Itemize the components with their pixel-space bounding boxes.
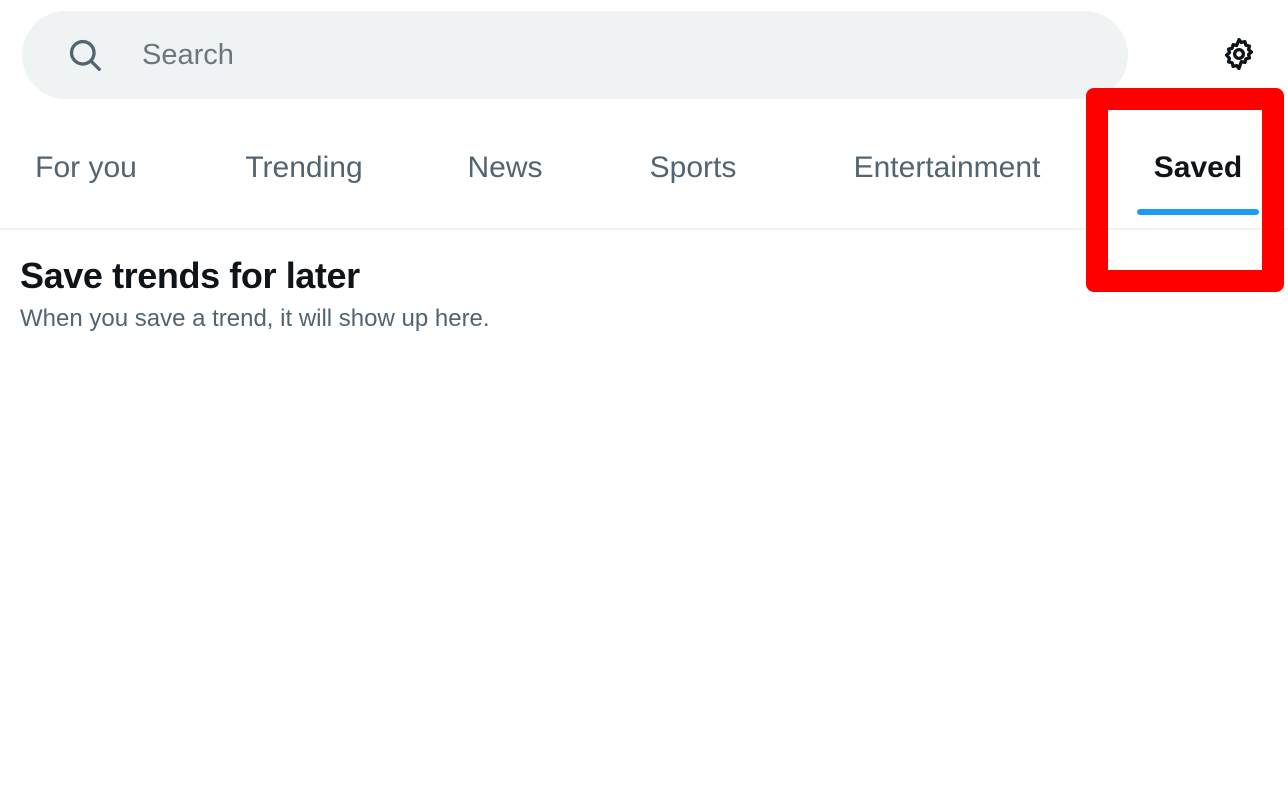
tab-saved-label: Saved	[1153, 151, 1243, 184]
tab-for-you[interactable]: For you	[10, 110, 162, 228]
tab-trending-label: Trending	[245, 151, 363, 184]
trends-page: Search For you Trending News Sports Ente…	[0, 0, 1288, 789]
tab-sports[interactable]: Sports	[620, 110, 766, 228]
search-header: Search	[0, 0, 1288, 110]
search-placeholder: Search	[142, 38, 234, 71]
search-input[interactable]: Search	[22, 11, 1128, 99]
search-icon	[66, 36, 104, 74]
saved-trends-empty-state: Save trends for later When you save a tr…	[0, 230, 1288, 334]
gear-icon	[1221, 36, 1257, 72]
tab-sports-label: Sports	[649, 151, 737, 184]
empty-state-title: Save trends for later	[20, 255, 360, 296]
tab-trending[interactable]: Trending	[216, 110, 392, 228]
tab-entertainment-label: Entertainment	[853, 151, 1041, 184]
empty-state-subtitle: When you save a trend, it will show up h…	[20, 305, 490, 333]
tab-saved[interactable]: Saved	[1128, 110, 1268, 228]
active-tab-indicator	[1137, 209, 1259, 215]
tab-entertainment[interactable]: Entertainment	[820, 110, 1074, 228]
tab-news-label: News	[467, 151, 543, 184]
trends-tabbar: For you Trending News Sports Entertainme…	[0, 110, 1288, 230]
tab-for-you-label: For you	[35, 151, 137, 184]
settings-button[interactable]	[1211, 26, 1267, 82]
tab-news[interactable]: News	[444, 110, 566, 228]
